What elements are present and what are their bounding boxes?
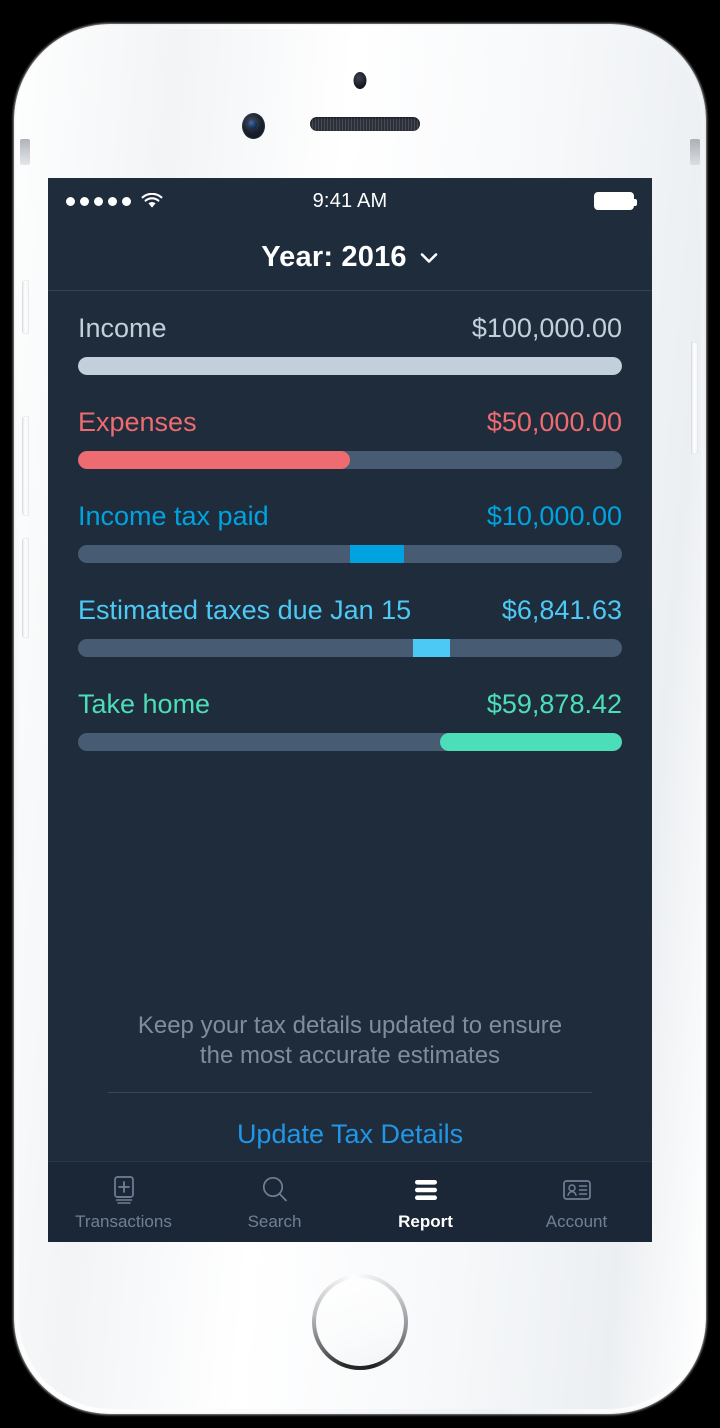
row-value: $6,841.63: [501, 595, 622, 625]
footer-section: Keep your tax details updated to ensure …: [48, 1011, 652, 1150]
earpiece-speaker: [310, 117, 420, 131]
tab-bar: Transactions Search Report Account: [48, 1161, 652, 1242]
tab-account[interactable]: Account: [501, 1162, 652, 1242]
row-label: Estimated taxes due Jan 15: [78, 595, 412, 625]
summary-row-estimated-taxes[interactable]: Estimated taxes due Jan 15 $6,841.63: [78, 595, 622, 657]
phone-screen: 9:41 AM Year: 2016 Income $100,000.00 Ex…: [48, 178, 652, 1242]
tab-label: Transactions: [75, 1211, 172, 1231]
progress-bar-fill: [78, 357, 622, 375]
home-button-surface: [316, 1278, 404, 1366]
progress-bar-track: [78, 639, 622, 657]
book-plus-icon: [107, 1173, 141, 1207]
tab-label: Search: [247, 1211, 302, 1231]
row-value: $100,000.00: [471, 313, 622, 343]
status-bar-clock: 9:41 AM: [312, 189, 388, 212]
row-header: Expenses $50,000.00: [78, 407, 622, 438]
progress-bar-track: [78, 357, 622, 375]
row-header: Estimated taxes due Jan 15 $6,841.63: [78, 595, 622, 626]
power-button[interactable]: [691, 342, 698, 454]
progress-bar-fill: [439, 733, 622, 751]
row-label: Expenses: [78, 407, 197, 437]
progress-bar-fill: [413, 639, 451, 657]
home-button[interactable]: [312, 1274, 408, 1370]
progress-bar-fill: [350, 545, 405, 563]
row-header: Take home $59,878.42: [78, 689, 622, 720]
summary-row-take-home[interactable]: Take home $59,878.42: [78, 689, 622, 751]
proximity-sensor-icon: [353, 72, 367, 89]
chevron-down-icon: [419, 248, 439, 268]
tax-details-hint: Keep your tax details updated to ensure …: [80, 1011, 620, 1072]
year-selector[interactable]: Year: 2016: [48, 224, 652, 291]
tab-report[interactable]: Report: [350, 1162, 501, 1242]
front-camera-icon: [242, 113, 265, 139]
volume-up-button[interactable]: [22, 416, 29, 516]
row-label: Income: [78, 313, 167, 343]
row-label: Income tax paid: [78, 501, 269, 531]
row-label: Take home: [78, 689, 211, 719]
mute-switch-button[interactable]: [22, 280, 29, 334]
tab-label: Account: [545, 1211, 608, 1231]
id-card-icon: [560, 1173, 594, 1207]
row-header: Income tax paid $10,000.00: [78, 501, 622, 532]
update-tax-details-link[interactable]: Update Tax Details: [80, 1119, 620, 1150]
antenna-band-right: [690, 139, 700, 165]
row-header: Income $100,000.00: [78, 313, 622, 344]
tab-search[interactable]: Search: [199, 1162, 350, 1242]
progress-bar-track: [78, 733, 622, 751]
tax-details-hint-line1: Keep your tax details updated to ensure: [137, 1011, 563, 1039]
summary-list: Income $100,000.00 Expenses $50,000.00 I…: [48, 291, 652, 751]
volume-down-button[interactable]: [22, 538, 29, 638]
progress-bar-track: [78, 451, 622, 469]
progress-bar-track: [78, 545, 622, 563]
row-value: $59,878.42: [486, 689, 622, 719]
status-bar: 9:41 AM: [48, 178, 652, 224]
row-value: $10,000.00: [486, 501, 622, 531]
page-title: Year: 2016: [261, 240, 407, 273]
tab-label: Report: [398, 1211, 453, 1231]
antenna-band-left: [20, 139, 30, 165]
progress-bar-fill: [78, 451, 350, 469]
report-bars-icon: [409, 1173, 443, 1207]
footer-divider: [108, 1092, 592, 1093]
row-value: $50,000.00: [486, 407, 622, 437]
battery-full-icon: [594, 192, 637, 210]
summary-row-expenses[interactable]: Expenses $50,000.00: [78, 407, 622, 469]
search-icon: [258, 1173, 292, 1207]
status-bar-right: [594, 192, 637, 210]
summary-row-income[interactable]: Income $100,000.00: [78, 313, 622, 375]
summary-row-income-tax-paid[interactable]: Income tax paid $10,000.00: [78, 501, 622, 563]
screenshot-stage: 9:41 AM Year: 2016 Income $100,000.00 Ex…: [0, 0, 720, 1428]
tax-details-hint-line2: the most accurate estimates: [199, 1042, 501, 1070]
tab-transactions[interactable]: Transactions: [48, 1162, 199, 1242]
